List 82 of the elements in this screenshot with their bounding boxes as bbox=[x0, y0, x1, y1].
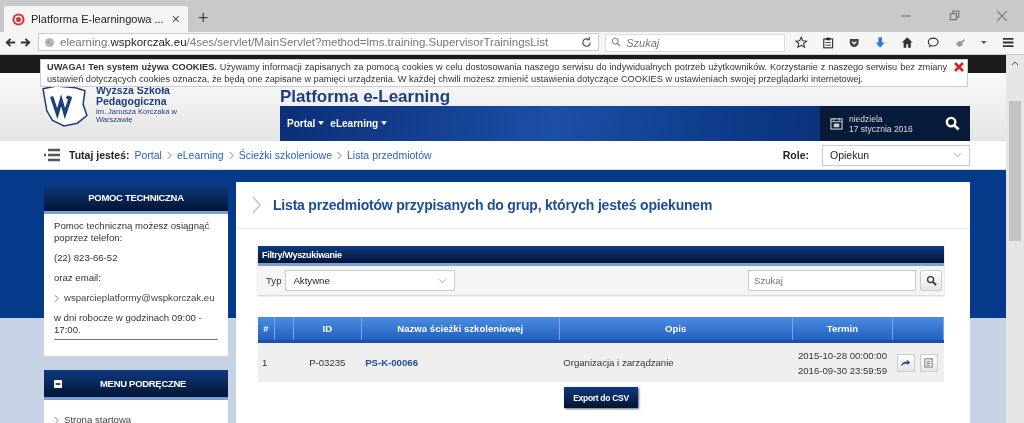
chevron-icon bbox=[252, 196, 261, 214]
search-field[interactable]: Szukaj bbox=[748, 270, 916, 291]
browser-tab[interactable]: Platforma E-learningowa ... × bbox=[4, 6, 188, 32]
menu-icon[interactable] bbox=[1001, 35, 1014, 49]
panel-title: POMOC TECHNICZNA bbox=[88, 192, 184, 203]
platform-title: Platforma e-Learning bbox=[280, 88, 452, 106]
url-text: elearning.wspkorczak.eu/4ses/servlet/MainServlet?method=lms.training.SupervisorTrainingsList bbox=[60, 36, 550, 48]
chat-bubble-icon[interactable] bbox=[927, 35, 940, 49]
cookie-notice-text: UWAGA! Ten system używa COOKIES. Używamy informacji zapisanych za pomocą cookies w celu dostosowania naszego serwisu do indywidualnych potrzeb użytkowników. Korzystanie z naszego serwisu bez zmiany ustawień dotyczących cookies oznacza, że będą one zapisane w pamięci urządzenia. W każdej chwili możesz zmienić ustawienia dotyczące COOKIES w ustawieniach swojej przeglądarki internetowej. bbox=[47, 61, 947, 85]
role-label: Role: bbox=[782, 149, 809, 161]
type-label: Typ bbox=[266, 275, 282, 286]
action-button[interactable] bbox=[919, 353, 938, 372]
breadcrumb-link[interactable]: Ścieżki szkoleniowe bbox=[238, 149, 333, 161]
search-icon[interactable] bbox=[945, 116, 960, 131]
caret-icon bbox=[381, 121, 388, 126]
restore-icon[interactable] bbox=[948, 10, 960, 22]
back-icon[interactable] bbox=[4, 35, 17, 49]
chevron-down-icon bbox=[438, 277, 448, 284]
new-tab-button[interactable]: + bbox=[198, 7, 209, 29]
address-bar[interactable]: elearning.wspkorczak.eu/4ses/servlet/MainServlet?method=lms.training.SupervisorTrainingsList bbox=[38, 33, 600, 51]
breadcrumb-label: Tutaj jesteś: bbox=[69, 149, 130, 161]
scroll-up-icon[interactable] bbox=[1011, 60, 1019, 66]
column-header: # bbox=[258, 317, 275, 342]
home-icon[interactable] bbox=[900, 35, 914, 49]
tab-title: Platforma E-learningowa ... bbox=[31, 13, 165, 25]
breadcrumb-link[interactable]: eLearning bbox=[176, 149, 224, 161]
chevron-icon bbox=[54, 415, 59, 423]
working-hours-text: w dni robocze w godzinach 09:00 - 17:00. bbox=[54, 312, 218, 340]
tab-close-button[interactable]: × bbox=[171, 11, 180, 27]
search-icon bbox=[925, 275, 937, 286]
email-label: oraz email: bbox=[54, 272, 102, 284]
column-header: ID bbox=[293, 317, 362, 342]
favicon-icon bbox=[12, 12, 25, 26]
calendar-icon bbox=[830, 117, 843, 130]
close-icon[interactable] bbox=[954, 62, 964, 72]
notepad-icon bbox=[923, 357, 934, 368]
chevron-down-icon bbox=[953, 152, 962, 158]
breadcrumb-link[interactable]: Lista przedmiotów bbox=[347, 149, 432, 161]
training-path-link[interactable]: PS-K-00066 bbox=[365, 357, 418, 368]
action-button[interactable] bbox=[896, 353, 915, 372]
chevron-icon bbox=[337, 150, 343, 160]
nav-menu-item[interactable]: Portal bbox=[287, 118, 325, 129]
download-icon[interactable] bbox=[874, 35, 887, 49]
globe-icon bbox=[44, 36, 55, 48]
nav-menu-item[interactable]: eLearning bbox=[330, 118, 388, 129]
page-title: Lista przedmiotów przypisanych do grup, których jesteś opiekunem bbox=[273, 197, 713, 213]
scrollbar-thumb[interactable] bbox=[1009, 101, 1021, 241]
email-link[interactable]: wsparcieplatformy@wspkorczak.eu bbox=[64, 292, 215, 304]
role-select[interactable]: Opiekun bbox=[822, 144, 970, 166]
reload-icon[interactable] bbox=[580, 35, 594, 49]
close-icon[interactable] bbox=[996, 10, 1008, 22]
search-field[interactable]: Szukaj bbox=[605, 34, 786, 52]
day-name: niedziela bbox=[849, 113, 884, 124]
dropdown-caret-icon[interactable] bbox=[979, 38, 988, 46]
bookmark-star-icon[interactable] bbox=[795, 35, 808, 49]
share-arrow-icon bbox=[900, 357, 912, 368]
type-select[interactable]: Aktywne bbox=[285, 270, 456, 291]
chevron-icon bbox=[166, 150, 172, 160]
table-cell: P-03235 bbox=[293, 341, 362, 382]
search-button[interactable] bbox=[920, 270, 942, 291]
breadcrumb-link[interactable]: Portal bbox=[134, 149, 162, 161]
chevron-icon bbox=[228, 150, 234, 160]
column-header: Nazwa ścieżki szkoleniowej bbox=[361, 317, 560, 342]
export-button[interactable]: Export do CSV bbox=[564, 387, 638, 408]
reading-list-icon[interactable] bbox=[821, 35, 834, 49]
start-date: 2015-10-28 00:00:00 bbox=[796, 348, 889, 363]
help-text: Pomoc techniczną możesz osiągnąć poprzez telefon: bbox=[54, 220, 211, 244]
list-icon[interactable] bbox=[44, 148, 60, 162]
date-text: 17 stycznia 2016 bbox=[849, 123, 914, 134]
column-header: Termin bbox=[792, 317, 893, 342]
chevron-icon bbox=[54, 293, 59, 303]
panel-title: Filtry/Wyszukiwanie bbox=[262, 249, 342, 260]
menu-link[interactable]: Strona startowa bbox=[64, 414, 132, 423]
end-date: 2016-09-30 23:59:59 bbox=[796, 363, 889, 378]
collapse-icon[interactable] bbox=[54, 379, 62, 388]
forward-icon[interactable] bbox=[19, 35, 32, 49]
table-cell: Organizacja i zarządzanie bbox=[559, 341, 793, 382]
phone-number: (22) 823-66-52 bbox=[54, 252, 119, 264]
panel-title: MENU PODRĘCZNE bbox=[100, 378, 187, 389]
table-cell: 1 bbox=[258, 341, 275, 382]
column-header: Opis bbox=[559, 317, 793, 342]
caret-icon bbox=[318, 121, 325, 126]
